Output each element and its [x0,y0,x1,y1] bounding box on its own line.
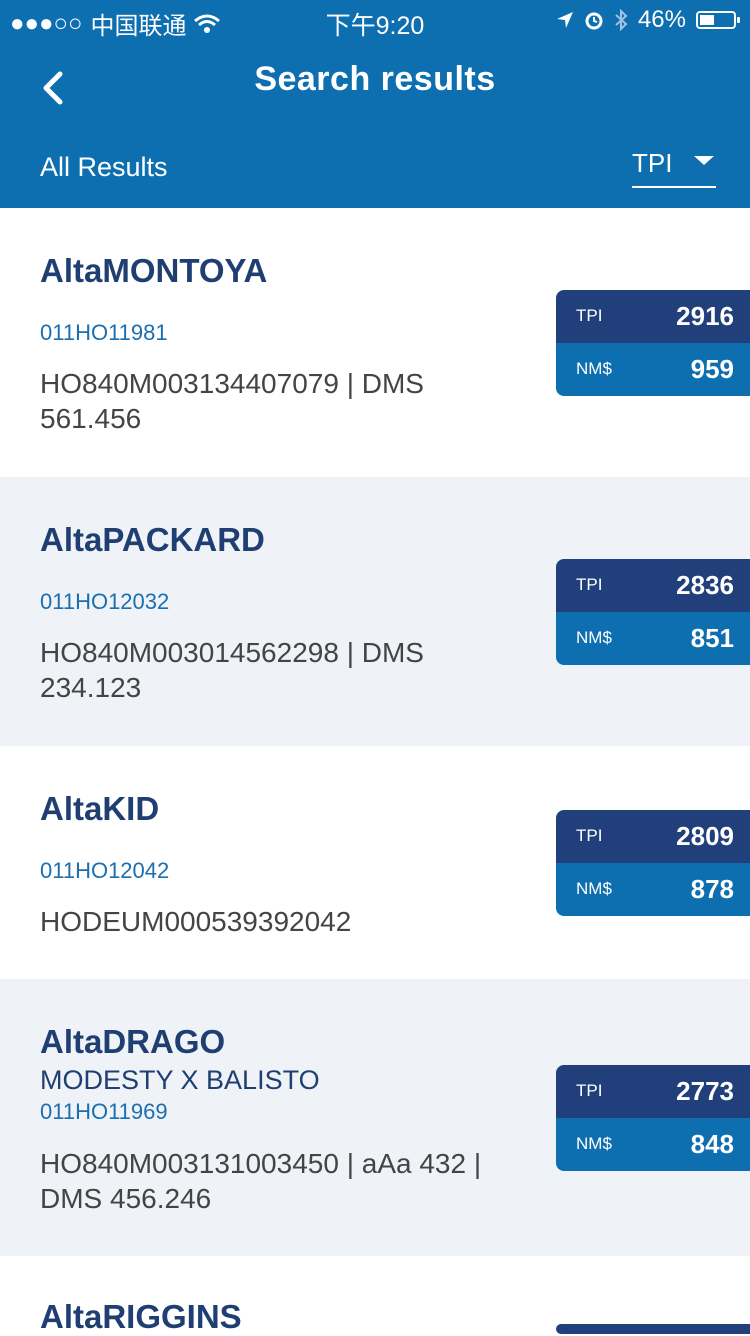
nm-value: 959 [690,354,734,384]
tpi-value: 2916 [676,301,734,331]
status-bar: ●●●○○ 中国联通 下午9:20 46% [0,0,750,40]
result-row[interactable]: AltaPACKARD 011HO12032 HO840M00301456229… [0,477,750,746]
bull-registration: HO840M003134407079 | DMS 561.456 [40,368,424,434]
bull-name: AltaRIGGINS [40,1298,242,1335]
sort-dropdown-value: TPI [632,148,673,178]
bull-registration: HO840M003014562298 | DMS 234.123 [40,637,424,703]
bull-name: AltaPACKARD [40,521,265,558]
bull-name: AltaDRAGO [40,1023,226,1060]
nm-label: NM$ [576,628,612,647]
score-badge [556,1324,750,1334]
nm-value: 851 [690,623,734,653]
tpi-value: 2809 [676,821,734,851]
bull-registration: HO840M003131003450 | aAa 432 | DMS 456.2… [40,1148,482,1214]
bull-code: 011HO12032 [40,589,170,614]
bull-code: 011HO11981 [40,320,168,345]
caret-down-icon [694,156,714,165]
nm-value: 878 [690,874,734,904]
sort-dropdown[interactable]: TPI [632,148,716,188]
tpi-label: TPI [576,306,603,325]
tpi-label: TPI [576,575,603,594]
result-row[interactable]: AltaKID 011HO12042 HODEUM000539392042 TP… [0,746,750,979]
bluetooth-icon [615,9,628,31]
tpi-label: TPI [576,1081,603,1100]
result-row[interactable]: AltaMONTOYA 011HO11981 HO840M00313440707… [0,208,750,477]
tpi-value: 2773 [676,1076,734,1106]
battery-icon [696,11,740,29]
bull-name: AltaKID [40,790,160,827]
nm-label: NM$ [576,359,612,378]
battery-percent: 46% [637,6,686,33]
result-row[interactable]: AltaDRAGO MODESTY X BALISTO 011HO11969 H… [0,979,750,1256]
alarm-icon [585,12,603,30]
nm-label: NM$ [576,1134,612,1153]
location-arrow-icon [556,12,573,28]
nm-value: 848 [690,1129,734,1159]
bull-name: AltaMONTOYA [40,252,268,289]
bull-code: 011HO12042 [40,858,170,883]
nm-label: NM$ [576,879,612,898]
results-filter-label: All Results [40,152,168,182]
score-badge: TPI 2916 NM$ 959 [556,290,750,396]
score-badge: TPI 2809 NM$ 878 [556,810,750,916]
tpi-label: TPI [576,826,603,845]
tpi-value: 2836 [676,570,734,600]
bull-pedigree: MODESTY X BALISTO [40,1065,320,1095]
app-header: ●●●○○ 中国联通 下午9:20 46% Search results All… [0,0,750,208]
score-badge: TPI 2836 NM$ 851 [556,559,750,665]
result-row[interactable]: AltaRIGGINS [0,1256,750,1335]
page-title: Search results [254,60,496,98]
score-badge: TPI 2773 NM$ 848 [556,1065,750,1171]
bull-registration: HODEUM000539392042 [40,906,352,937]
bull-code: 011HO11969 [40,1099,168,1124]
